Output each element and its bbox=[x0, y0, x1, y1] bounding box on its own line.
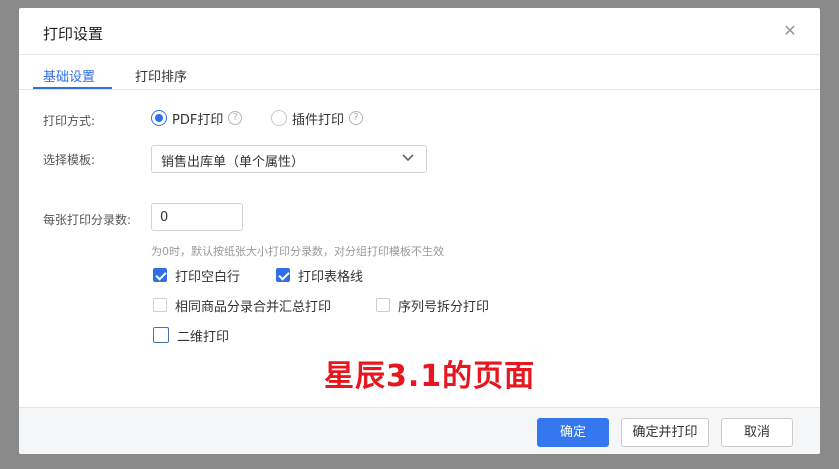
watermark-text: 星辰3.1的页面 bbox=[324, 359, 536, 394]
checkbox-label: 打印表格线 bbox=[298, 269, 364, 285]
radio-button[interactable] bbox=[271, 110, 287, 126]
checkbox[interactable] bbox=[153, 327, 169, 343]
entries-hint: 为0时，默认按纸张大小打印分录数，对分组打印模板不生效 bbox=[151, 245, 444, 258]
tab-print-sort[interactable]: 打印排序 bbox=[135, 66, 187, 85]
radio-pdf-print[interactable]: PDF打印 ? bbox=[151, 109, 243, 128]
radio-button-checked[interactable] bbox=[151, 110, 167, 126]
tab-basic-settings[interactable]: 基础设置 bbox=[43, 66, 95, 85]
checkbox-split-serial-numbers[interactable]: 序列号拆分打印 bbox=[376, 296, 490, 315]
template-select-value: 销售出库单（单个属性） bbox=[161, 155, 305, 170]
entries-per-sheet-input[interactable] bbox=[151, 203, 243, 231]
template-label: 选择模板: bbox=[43, 153, 96, 167]
help-icon[interactable]: ? bbox=[228, 111, 243, 125]
print-method-label: 打印方式: bbox=[43, 114, 96, 128]
template-select[interactable]: 销售出库单（单个属性） bbox=[151, 145, 427, 173]
checkbox-print-blank-rows[interactable]: 打印空白行 bbox=[153, 266, 241, 285]
help-icon[interactable]: ? bbox=[349, 111, 364, 125]
print-settings-dialog: 打印设置 ✕ 基础设置 打印排序 打印方式: PDF打印 ? 插件打印 ? 选择… bbox=[19, 8, 820, 454]
checkbox[interactable] bbox=[153, 298, 167, 312]
checkbox-merge-same-items[interactable]: 相同商品分录合并汇总打印 bbox=[153, 296, 332, 315]
tab-bar: 基础设置 打印排序 bbox=[19, 55, 820, 90]
cancel-button[interactable]: 取消 bbox=[721, 418, 793, 447]
radio-plugin-print-label: 插件打印 bbox=[292, 112, 345, 128]
checkbox-label: 序列号拆分打印 bbox=[398, 299, 490, 315]
checkbox-2d-print[interactable]: 二维打印 bbox=[153, 326, 230, 345]
dialog-header: 打印设置 ✕ bbox=[19, 8, 820, 55]
confirm-button[interactable]: 确定 bbox=[537, 418, 609, 447]
radio-pdf-print-label: PDF打印 bbox=[172, 112, 224, 128]
checkbox-label: 二维打印 bbox=[177, 329, 230, 345]
checkbox-checked[interactable] bbox=[276, 268, 290, 282]
confirm-and-print-button[interactable]: 确定并打印 bbox=[621, 418, 709, 447]
checkbox-label: 打印空白行 bbox=[175, 269, 241, 285]
checkbox[interactable] bbox=[376, 298, 390, 312]
chevron-down-icon bbox=[402, 154, 414, 162]
close-icon[interactable]: ✕ bbox=[780, 21, 800, 41]
checkbox-label: 相同商品分录合并汇总打印 bbox=[175, 299, 332, 315]
radio-plugin-print[interactable]: 插件打印 ? bbox=[271, 109, 364, 128]
dialog-title: 打印设置 bbox=[43, 25, 104, 43]
active-tab-indicator bbox=[33, 87, 112, 89]
checkbox-print-grid-lines[interactable]: 打印表格线 bbox=[276, 266, 364, 285]
entries-per-sheet-label: 每张打印分录数: bbox=[43, 213, 132, 227]
dialog-footer: 确定 确定并打印 取消 bbox=[19, 407, 820, 454]
checkbox-checked[interactable] bbox=[153, 268, 167, 282]
